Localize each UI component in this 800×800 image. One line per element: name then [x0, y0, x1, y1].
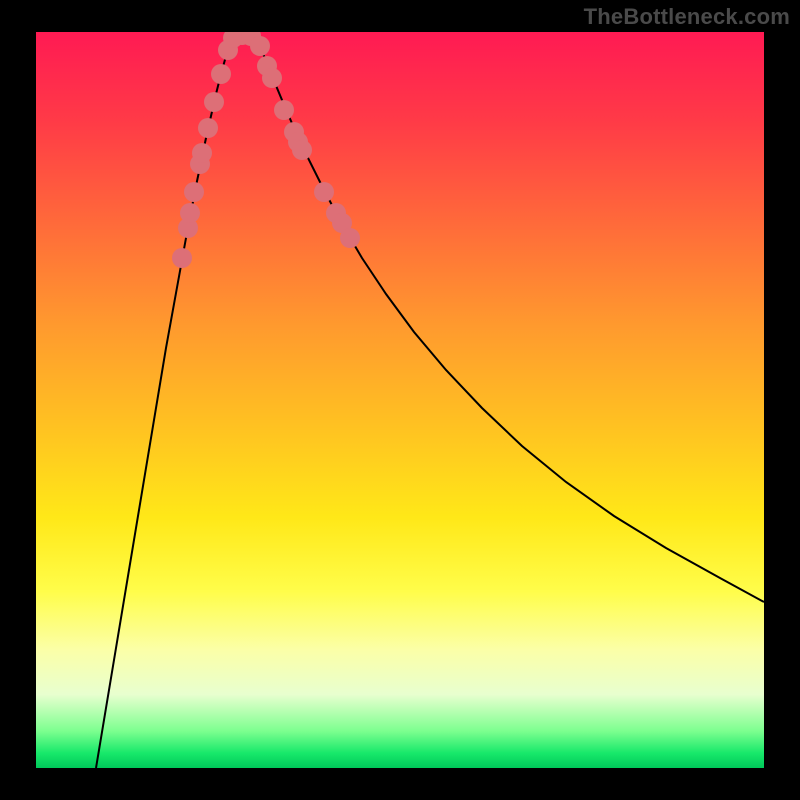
data-marker [292, 140, 312, 160]
plot-area [36, 32, 764, 768]
watermark-text: TheBottleneck.com [584, 4, 790, 30]
data-markers [172, 32, 360, 268]
data-marker [340, 228, 360, 248]
data-marker [274, 100, 294, 120]
data-marker [262, 68, 282, 88]
data-marker [192, 143, 212, 163]
left-branch-curve [96, 34, 234, 768]
data-marker [211, 64, 231, 84]
data-marker [250, 36, 270, 56]
data-marker [184, 182, 204, 202]
data-marker [172, 248, 192, 268]
chart-frame: TheBottleneck.com [0, 0, 800, 800]
data-marker [198, 118, 218, 138]
data-marker [180, 203, 200, 223]
right-branch-curve [254, 34, 764, 602]
data-marker [314, 182, 334, 202]
curve-layer [36, 32, 764, 768]
data-marker [204, 92, 224, 112]
